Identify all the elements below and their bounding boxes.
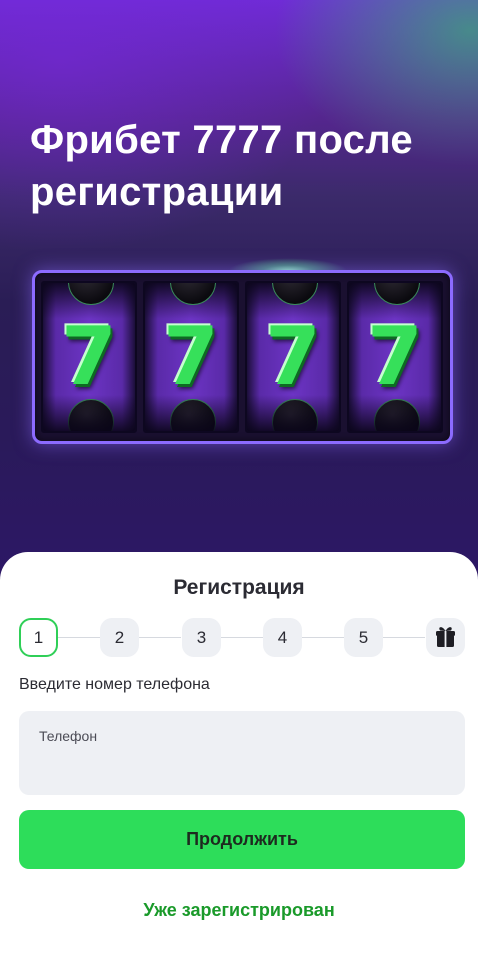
step-1[interactable]: 1 [19, 618, 58, 657]
step-5[interactable]: 5 [344, 618, 383, 657]
seven-symbol: 7 [163, 310, 219, 403]
step-gift[interactable] [426, 618, 465, 657]
phone-label: Телефон [39, 728, 98, 744]
slot-reel: 7 [347, 281, 443, 433]
step-divider [302, 637, 344, 638]
phone-input[interactable]: Телефон [19, 711, 465, 795]
slot-reel: 7 [41, 281, 137, 433]
ball-icon [170, 283, 216, 305]
step-3[interactable]: 3 [182, 618, 221, 657]
registration-sheet: Регистрация 1 2 3 4 5 Введите номер теле… [0, 552, 478, 956]
gift-icon [436, 627, 455, 647]
ball-icon [374, 283, 420, 305]
registration-title: Регистрация [173, 576, 305, 599]
seven-symbol: 7 [265, 310, 321, 403]
seven-symbol: 7 [367, 310, 423, 403]
slot-machine: 7 7 7 7 [32, 270, 453, 444]
step-4[interactable]: 4 [263, 618, 302, 657]
phone-hint: Введите номер телефона [19, 676, 210, 693]
continue-button[interactable]: Продолжить [19, 810, 465, 869]
ball-icon [68, 283, 114, 305]
step-divider [383, 637, 425, 638]
slot-reel: 7 [245, 281, 341, 433]
already-registered-link[interactable]: Уже зарегистрирован [0, 900, 478, 921]
hero-title: Фрибет 7777 после регистрации [30, 118, 413, 214]
registration-stepper: 1 2 3 4 5 [19, 618, 465, 658]
step-divider [58, 637, 100, 638]
step-divider [221, 637, 263, 638]
step-2[interactable]: 2 [100, 618, 139, 657]
step-divider [139, 637, 181, 638]
hero-banner: Фрибет 7777 после регистрации 7 7 7 7 [0, 0, 478, 580]
seven-symbol: 7 [61, 310, 117, 403]
slot-reel: 7 [143, 281, 239, 433]
ball-icon [272, 283, 318, 305]
